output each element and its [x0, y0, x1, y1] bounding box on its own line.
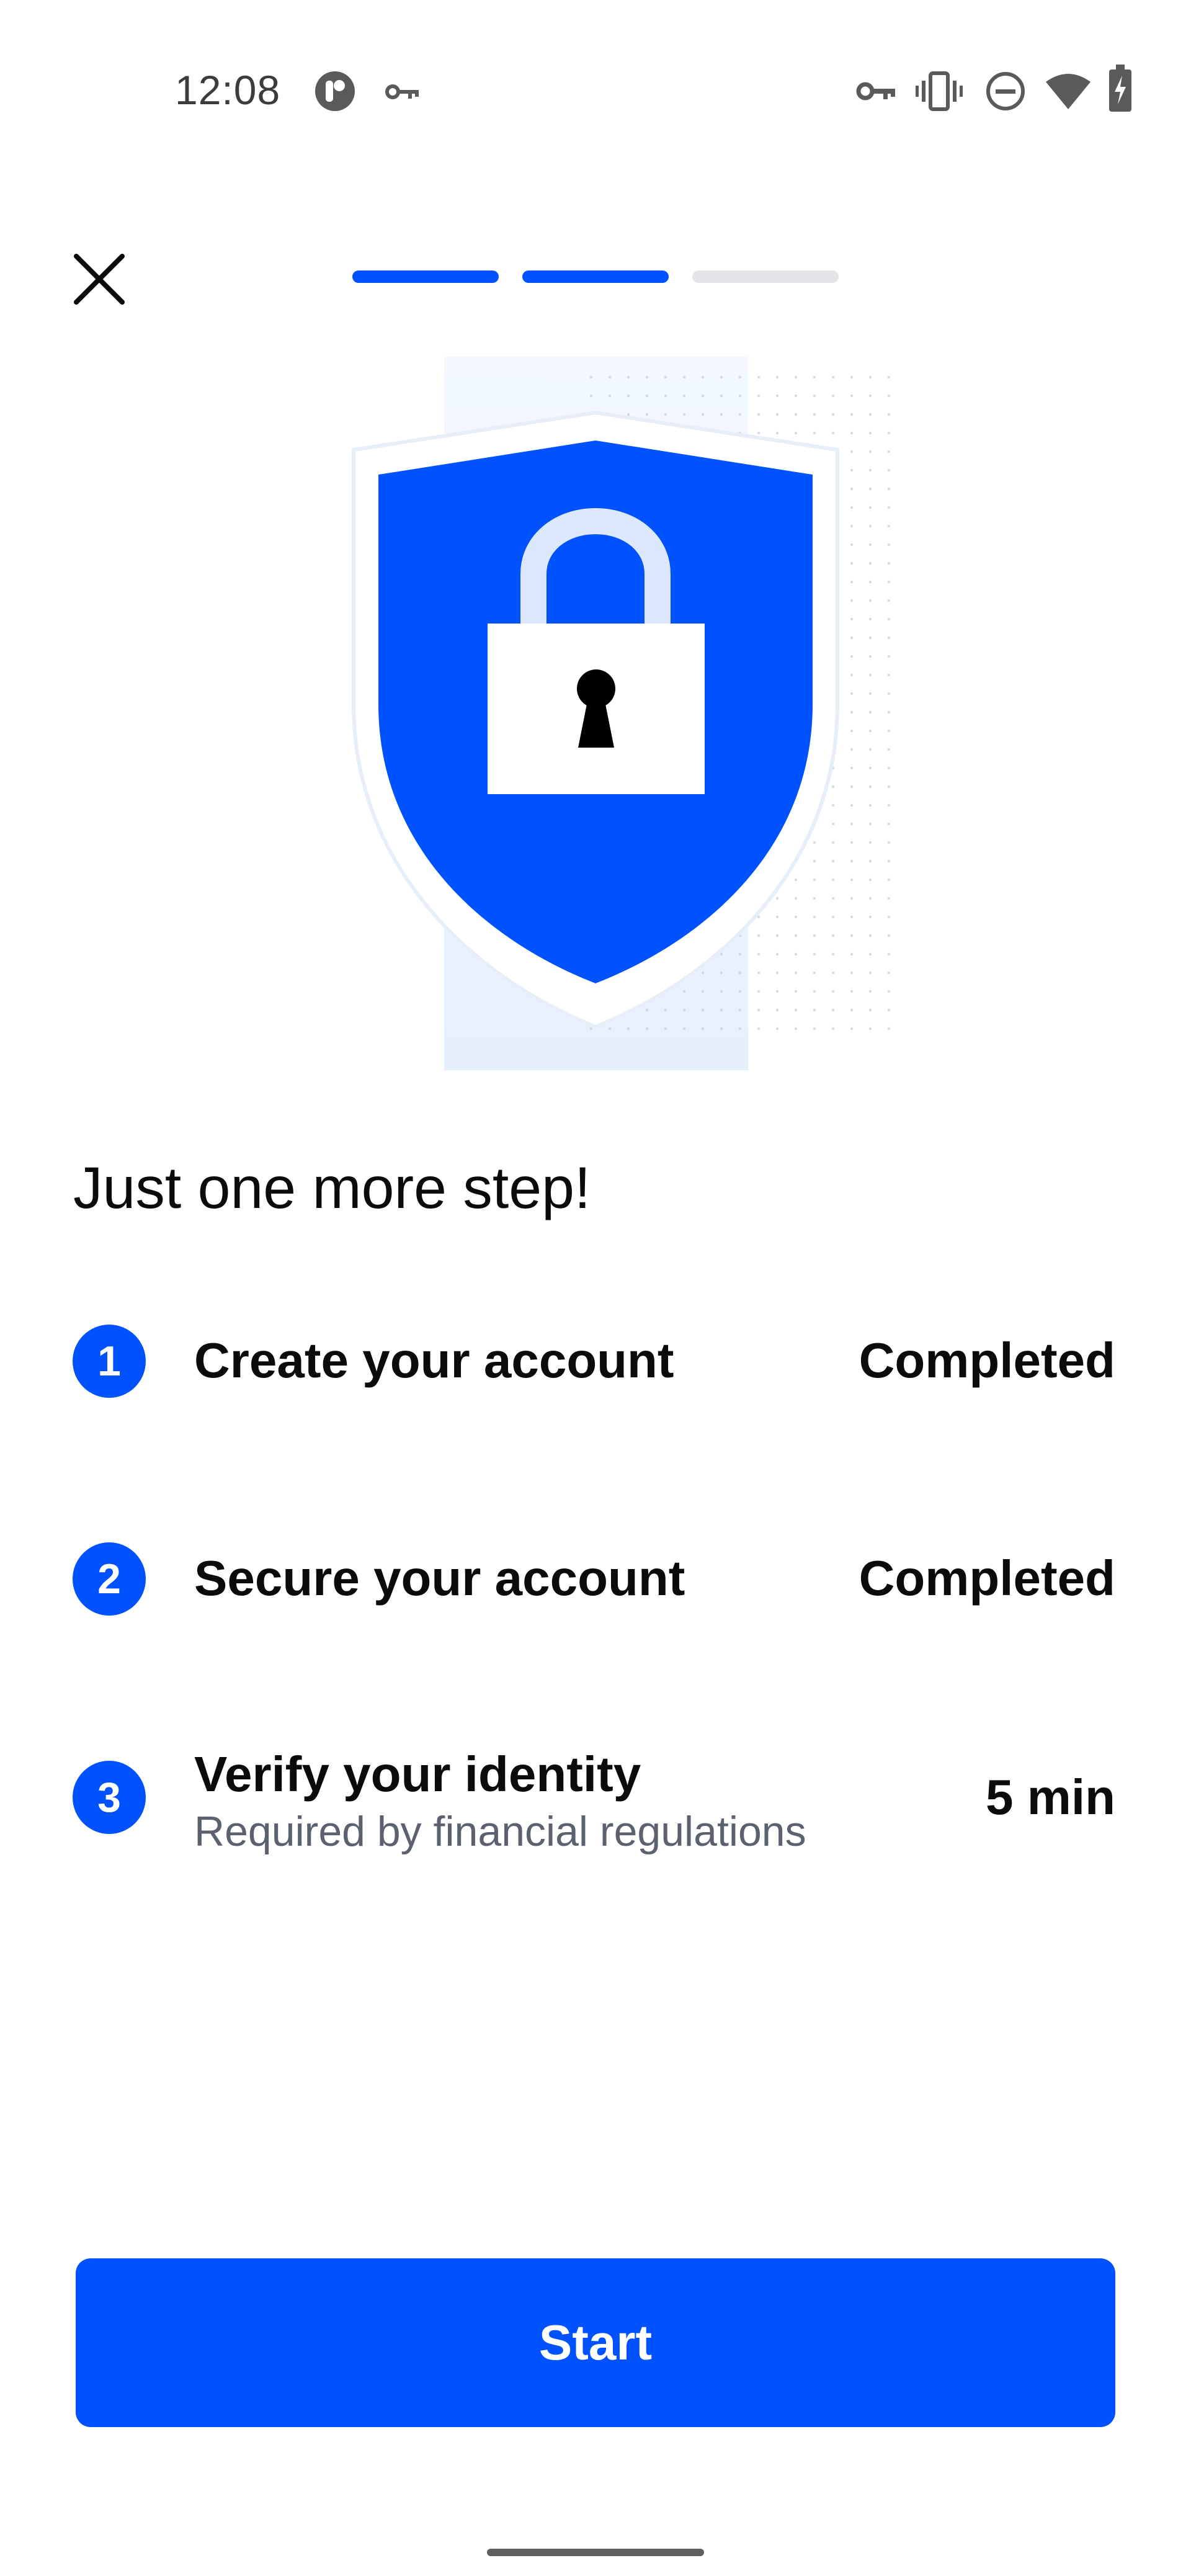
- do-not-disturb-icon: [986, 72, 1025, 110]
- progress-step-2: [522, 271, 669, 283]
- step-status: Completed: [859, 1333, 1115, 1388]
- step-status: 5 min: [986, 1769, 1115, 1825]
- step-title: Secure your account: [194, 1550, 685, 1606]
- start-button[interactable]: Start: [76, 2258, 1115, 2427]
- home-indicator[interactable]: [487, 2549, 704, 2556]
- wifi-icon: [1046, 74, 1091, 109]
- vibrate-icon: [916, 71, 963, 111]
- battery-charging-icon: [1109, 65, 1131, 112]
- status-time: 12:08: [175, 67, 281, 113]
- progress-step-3: [692, 271, 839, 283]
- vpn-key-icon: [385, 84, 419, 99]
- step-status: Completed: [859, 1550, 1115, 1606]
- step-title: Verify your identity: [194, 1746, 641, 1802]
- step-subtitle: Required by financial regulations: [194, 1808, 806, 1855]
- step-number-badge: 3: [73, 1761, 146, 1834]
- app-notification-icon: [315, 71, 355, 111]
- step-number-badge: 2: [73, 1542, 146, 1616]
- close-icon: [74, 254, 125, 305]
- shield-lock-icon: [352, 357, 893, 1070]
- vpn-key-icon: [856, 82, 895, 101]
- progress-step-1: [352, 271, 499, 283]
- step-number-badge: 1: [73, 1325, 146, 1398]
- page-title: Just one more step!: [73, 1155, 591, 1221]
- status-bar: 12:08: [0, 0, 1191, 186]
- close-button[interactable]: [62, 242, 136, 316]
- step-title: Create your account: [194, 1333, 674, 1388]
